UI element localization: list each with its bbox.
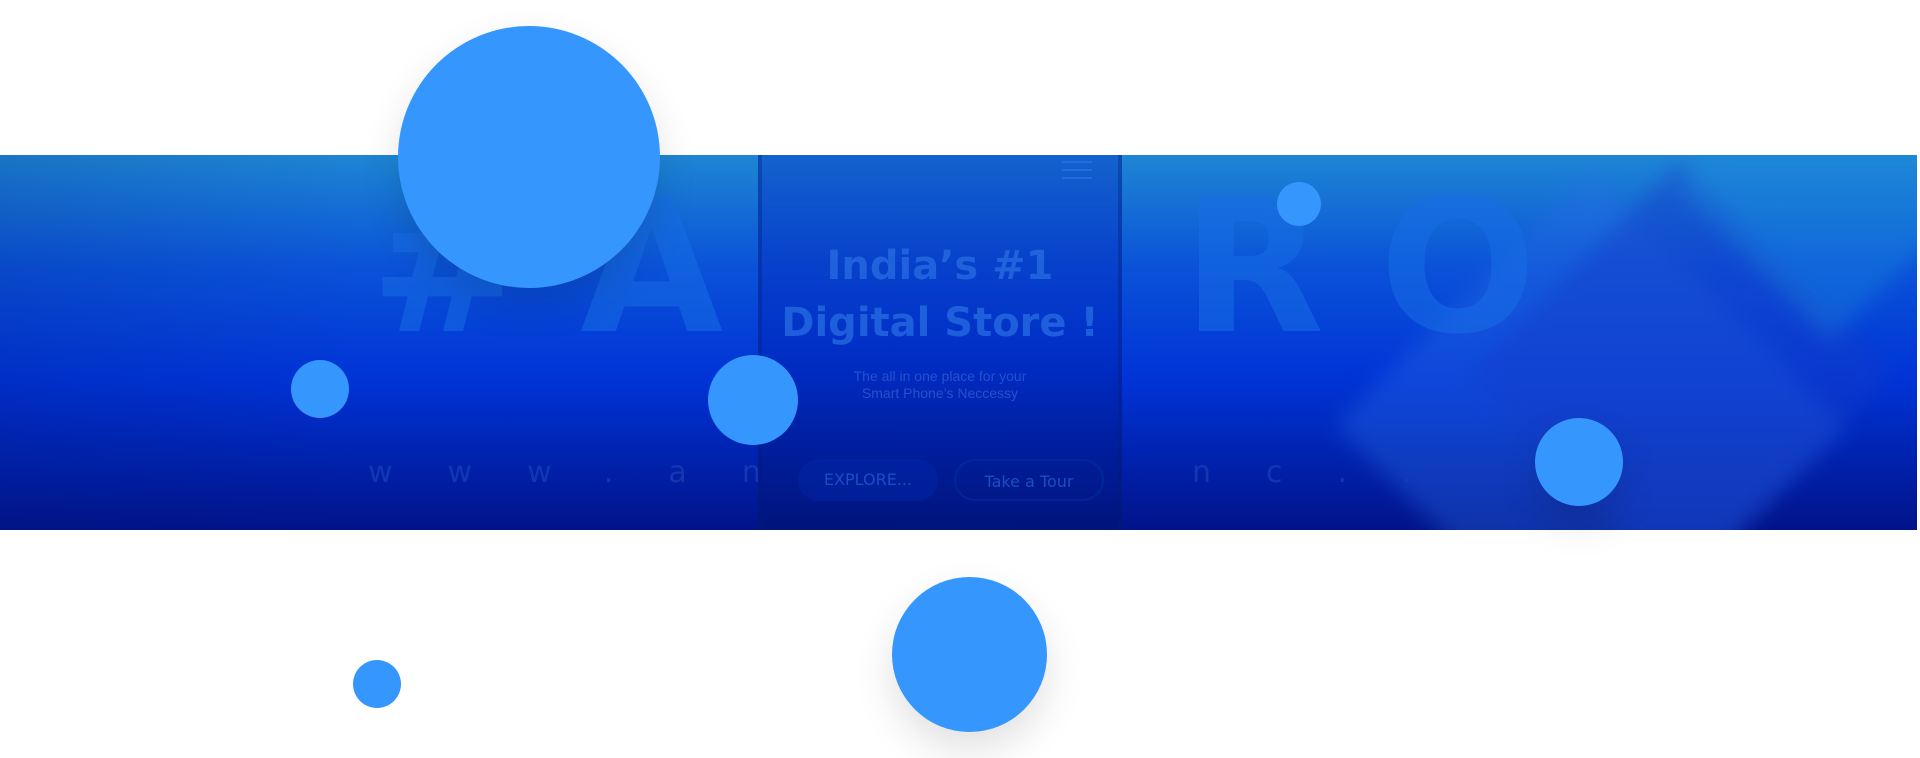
page: #A RO www.an nc... India’s #1 Digital St… [0, 0, 1920, 758]
decorative-circle [353, 660, 401, 708]
banner-url-right: nc... [1192, 455, 1532, 490]
take-a-tour-button[interactable]: Take a Tour [954, 459, 1104, 501]
tagline-line-1: The all in one place for your [853, 368, 1027, 384]
menu-icon-bar [1062, 161, 1092, 163]
decorative-circle [1535, 418, 1623, 506]
hero-headline: India’s #1 Digital Store ! [762, 238, 1118, 352]
decorative-circle [291, 360, 349, 418]
hero-tagline: The all in one place for your Smart Phon… [762, 368, 1118, 402]
banner-letters-right: RO [1182, 159, 1592, 375]
tagline-line-2: Smart Phone’s Neccessy [861, 385, 1019, 401]
banner-url-left: www.an [368, 455, 816, 490]
headline-line-1: India’s #1 [826, 243, 1054, 289]
decorative-circle [398, 26, 660, 288]
hamburger-menu-icon[interactable] [1062, 161, 1092, 181]
explore-button[interactable]: EXPLORE... [798, 459, 938, 501]
banner-shade [0, 155, 360, 530]
decorative-circle [708, 355, 798, 445]
menu-icon-bar [1062, 177, 1092, 179]
decorative-circle [1277, 182, 1321, 226]
menu-icon-bar [1062, 169, 1092, 171]
hero-banner: #A RO www.an nc... India’s #1 Digital St… [0, 155, 1917, 530]
decorative-circle [892, 577, 1047, 732]
phone-mockup: India’s #1 Digital Store ! The all in on… [758, 155, 1122, 530]
headline-line-2: Digital Store ! [781, 300, 1099, 346]
